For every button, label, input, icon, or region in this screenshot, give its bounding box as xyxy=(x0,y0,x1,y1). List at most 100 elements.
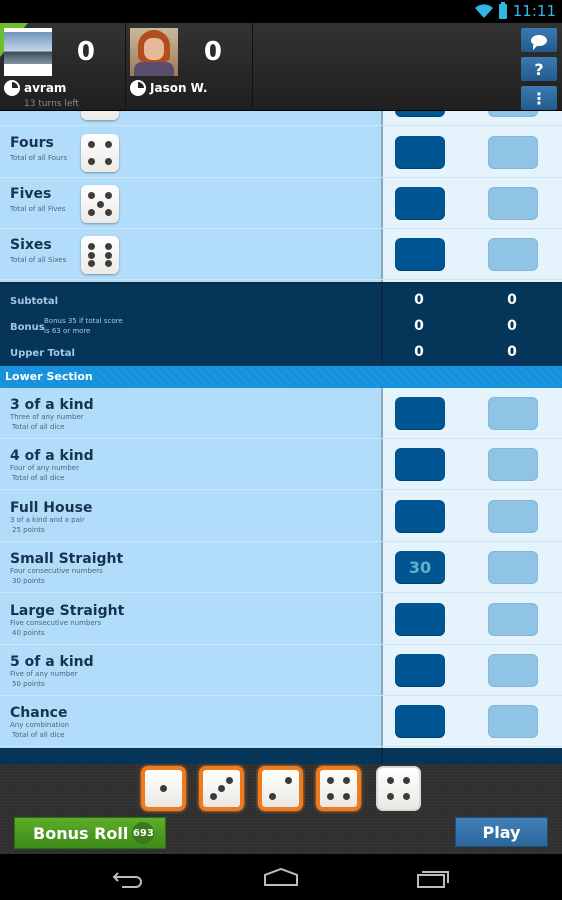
die-pip xyxy=(105,251,112,259)
category-description: Four of any number xyxy=(10,464,79,473)
die-3-held[interactable] xyxy=(258,766,303,811)
category-points: 30 points xyxy=(12,577,45,586)
subtotal-row: Subtotal 0 0 xyxy=(10,292,517,308)
category-description: Total of all Fives xyxy=(10,205,66,213)
die-pip xyxy=(343,793,350,800)
bonus-roll-button[interactable]: Bonus Roll 693 xyxy=(14,817,166,849)
die-pip xyxy=(105,158,112,165)
die-pip xyxy=(160,785,167,792)
die-1-held[interactable] xyxy=(141,766,186,811)
battery-charging-icon xyxy=(498,1,507,19)
play-button[interactable]: Play xyxy=(455,817,548,847)
my-score-cell[interactable] xyxy=(395,136,445,169)
die-4-icon xyxy=(81,134,119,172)
scorecard-row: 4 of a kind Four of any number Total of … xyxy=(0,439,562,491)
die-4-held[interactable] xyxy=(316,766,361,811)
scorecard-row: Small Straight Four consecutive numbers … xyxy=(0,542,562,594)
opponent-score-cell xyxy=(488,448,538,482)
clock: 11:11 xyxy=(512,2,556,20)
player-card-jason[interactable]: 0 Jason W. xyxy=(126,23,253,111)
die-pip xyxy=(88,192,95,199)
scorecard[interactable]: Fours Total of all Fours Fives Total of … xyxy=(0,111,562,764)
die-pip xyxy=(403,793,410,800)
scorecard-row-partial xyxy=(0,111,562,126)
menu-button[interactable]: ⋮ xyxy=(521,86,557,110)
pie-chart-icon xyxy=(4,80,20,96)
player-card-avram[interactable]: 0 avram 13 turns left xyxy=(0,23,126,111)
player-score: 0 xyxy=(203,37,222,67)
category-title: Fours xyxy=(10,135,54,151)
my-score-cell[interactable] xyxy=(395,448,445,482)
die-pip xyxy=(105,260,112,267)
die-icon xyxy=(81,111,119,120)
die-pip xyxy=(88,158,95,165)
player-name: avram xyxy=(24,81,67,95)
die-pip xyxy=(210,793,217,800)
category-title: Fives xyxy=(10,186,52,202)
category-points: Total of all dice xyxy=(12,474,65,483)
die-5-icon xyxy=(81,185,119,223)
scorecard-row: Fours Total of all Fours xyxy=(0,127,562,178)
my-score-cell[interactable] xyxy=(395,397,445,430)
pie-chart-icon xyxy=(130,80,146,96)
die-pip xyxy=(403,777,410,784)
category-title: 5 of a kind xyxy=(10,654,94,670)
opponent-score-cell xyxy=(488,654,538,687)
die-pip xyxy=(343,777,350,784)
my-score-cell[interactable]: 30 xyxy=(395,551,445,585)
category-points: 25 points xyxy=(12,525,45,534)
die-pip xyxy=(88,141,95,148)
navigation-bar xyxy=(0,855,562,900)
die-pip xyxy=(88,209,95,216)
my-score-cell[interactable] xyxy=(395,602,445,636)
avatar xyxy=(130,28,178,76)
die-pip xyxy=(88,251,95,259)
bonus-note: Bonus 35 if total score is 63 or more xyxy=(44,317,123,335)
player-score: 0 xyxy=(76,37,95,67)
category-description: Four consecutive numbers xyxy=(10,567,103,576)
chat-bubble-icon xyxy=(531,34,547,50)
die-pip xyxy=(218,785,225,792)
category-description: Five consecutive numbers xyxy=(10,618,102,627)
my-score-cell[interactable] xyxy=(395,187,445,220)
category-description: Five of any number xyxy=(10,670,78,678)
die-pip xyxy=(327,777,334,784)
my-score-cell[interactable] xyxy=(395,705,445,739)
category-title: Small Straight xyxy=(10,551,124,568)
category-title: 4 of a kind xyxy=(10,448,94,465)
category-points: Total of all dice xyxy=(12,423,65,431)
category-points: 50 points xyxy=(12,680,45,688)
back-icon[interactable] xyxy=(108,865,148,891)
scorecard-row: Sixes Total of all Sixes xyxy=(0,229,562,280)
opponent-score-cell xyxy=(488,397,538,430)
opponent-score-cell xyxy=(488,136,538,169)
die-pip xyxy=(269,793,276,800)
help-icon: ? xyxy=(534,59,544,79)
category-description: Any combination xyxy=(10,721,70,730)
dice-tray: Bonus Roll 693 Play xyxy=(0,764,562,854)
player-name: Jason W. xyxy=(150,81,208,95)
my-score-cell[interactable] xyxy=(395,499,445,533)
category-points: 40 points xyxy=(12,628,45,637)
chat-button[interactable] xyxy=(521,28,557,52)
category-title: 3 of a kind xyxy=(10,397,94,413)
opponent-score-cell xyxy=(488,499,538,533)
category-description: Total of all Fours xyxy=(10,154,67,162)
my-score-cell[interactable] xyxy=(395,111,445,117)
die-6-icon xyxy=(81,236,119,274)
die-pip xyxy=(96,200,104,208)
die-5[interactable] xyxy=(376,766,421,811)
my-score-cell[interactable] xyxy=(395,238,445,271)
scorecard-row: Full House 3 of a kind and a pair 25 poi… xyxy=(0,491,562,542)
die-2-held[interactable] xyxy=(199,766,244,811)
avatar xyxy=(4,28,52,76)
my-score-cell[interactable] xyxy=(395,654,445,687)
die-pip xyxy=(88,243,95,250)
home-icon[interactable] xyxy=(261,865,301,891)
bonus-row: Bonus Bonus 35 if total score is 63 or m… xyxy=(10,317,517,335)
help-button[interactable]: ? xyxy=(521,57,557,81)
opponent-score-cell xyxy=(488,602,538,636)
opponent-score-cell xyxy=(488,705,538,739)
recent-apps-icon[interactable] xyxy=(414,865,454,891)
die-pip xyxy=(105,243,112,250)
